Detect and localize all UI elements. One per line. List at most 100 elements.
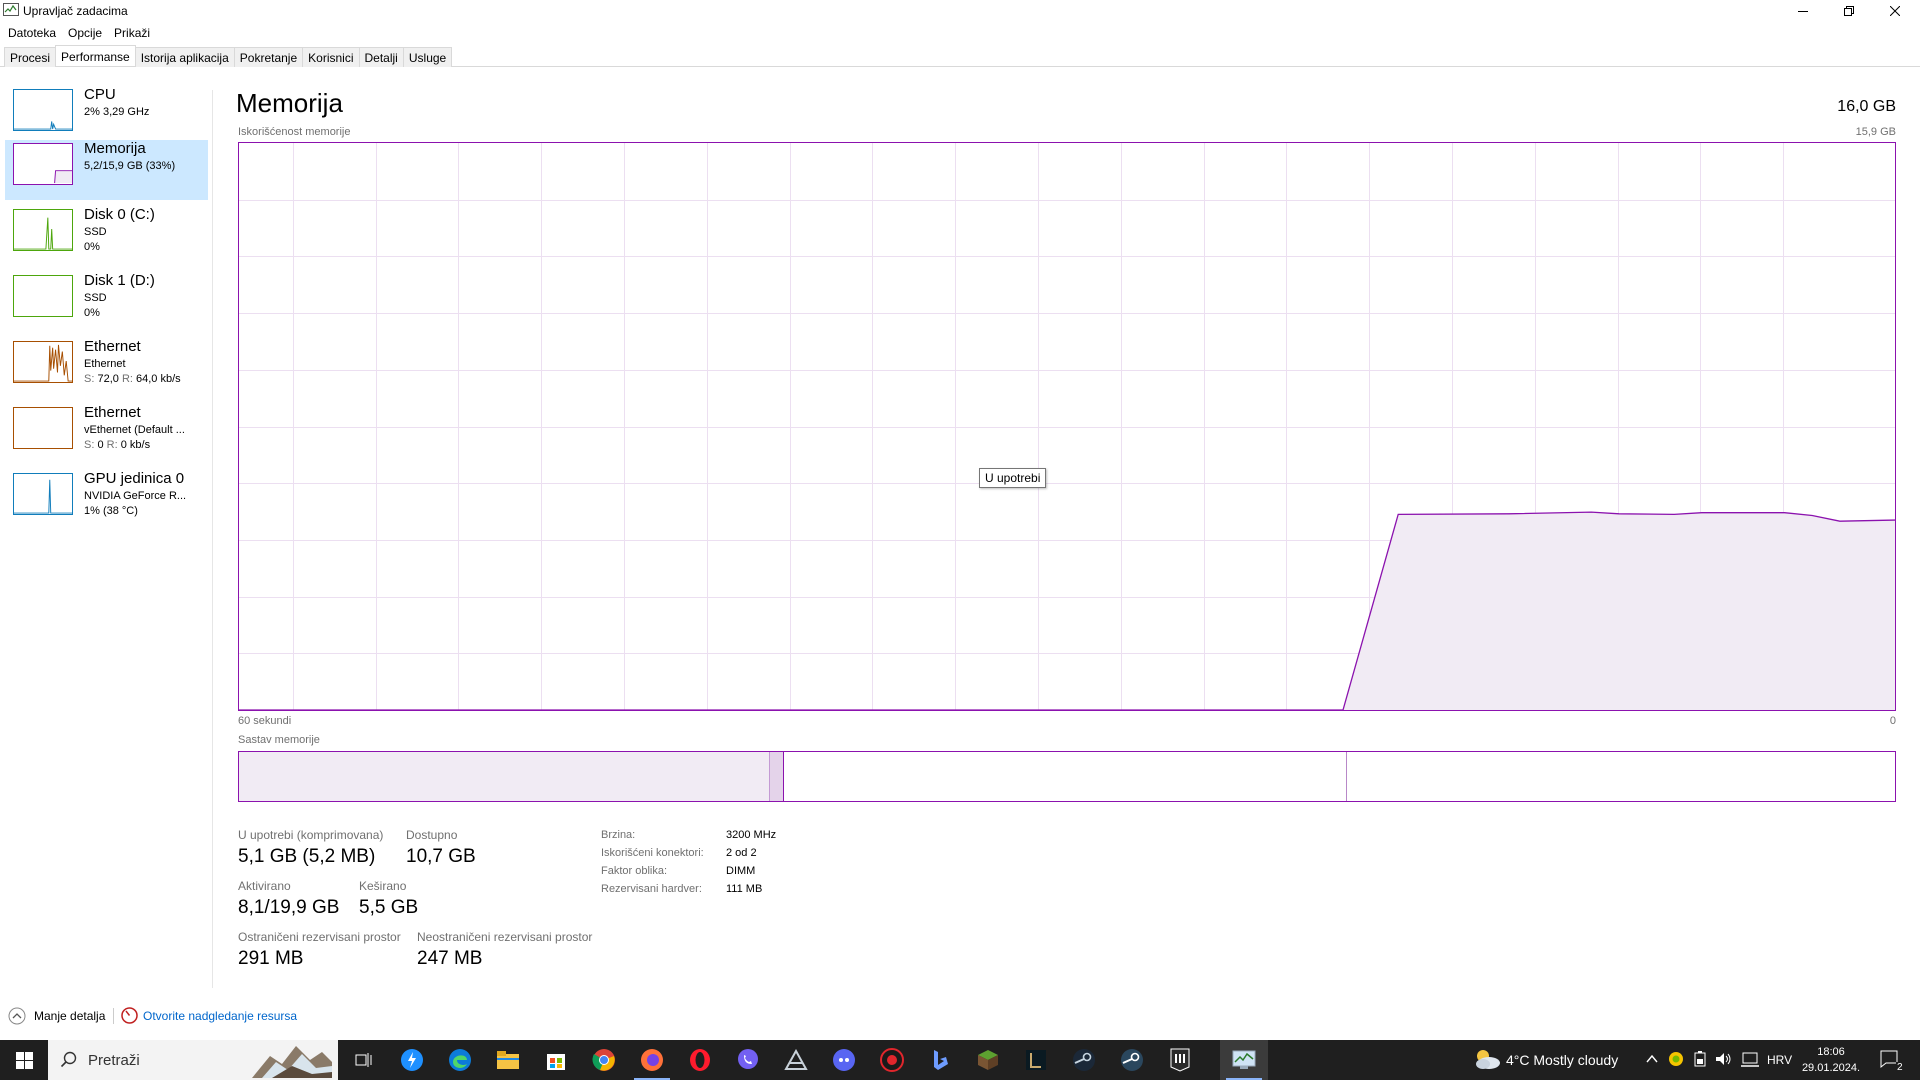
tab-users[interactable]: Korisnici xyxy=(302,47,360,67)
taskbar-red-app[interactable] xyxy=(868,1040,916,1080)
disk0-thumbnail xyxy=(13,209,73,251)
cpu-thumbnail xyxy=(13,89,73,131)
tab-app-history[interactable]: Istorija aplikacija xyxy=(134,47,235,67)
menu-view[interactable]: Prikaži xyxy=(108,22,156,44)
task-manager-app-icon xyxy=(3,3,19,16)
taskbar-viber[interactable] xyxy=(724,1040,772,1080)
sidebar-item-detail: vEthernet (Default ... xyxy=(84,424,185,436)
restore-button[interactable] xyxy=(1826,0,1872,22)
taskbar-store[interactable] xyxy=(532,1040,580,1080)
sidebar-item-ethernet[interactable]: Ethernet Ethernet S: 72,0 R: 64,0 kb/s xyxy=(5,338,208,398)
composition-modified[interactable] xyxy=(769,752,784,801)
windows-logo-icon xyxy=(15,1051,33,1069)
sidebar-item-disk0[interactable]: Disk 0 (C:) SSD 0% xyxy=(5,206,208,266)
taskbar-discord[interactable] xyxy=(820,1040,868,1080)
chrome-icon xyxy=(592,1049,615,1071)
taskbar-task-manager[interactable] xyxy=(1220,1040,1268,1080)
taskbar-firefox[interactable] xyxy=(628,1040,676,1080)
taskbar-library-app[interactable] xyxy=(1012,1040,1060,1080)
ethernet-thumbnail xyxy=(13,341,73,383)
sidebar-item-memory[interactable]: Memorija 5,2/15,9 GB (33%) xyxy=(5,140,208,200)
stat-in-use-label: U upotrebi (komprimovana) xyxy=(238,828,384,842)
network-icon[interactable] xyxy=(1741,1052,1759,1068)
taskbar-edge[interactable] xyxy=(436,1040,484,1080)
sidebar-item-vethernet[interactable]: Ethernet vEthernet (Default ... S: 0 R: … xyxy=(5,404,208,464)
tab-services[interactable]: Usluge xyxy=(402,47,453,67)
input-language[interactable]: HRV xyxy=(1767,1053,1792,1067)
tab-startup[interactable]: Pokretanje xyxy=(233,47,304,67)
memory-thumbnail xyxy=(13,143,73,185)
steam-icon xyxy=(1121,1049,1143,1071)
vethernet-thumbnail xyxy=(13,407,73,449)
open-resource-monitor-link[interactable]: Otvorite nadgledanje resursa xyxy=(143,1009,297,1023)
memory-composition-bar[interactable] xyxy=(238,751,1896,802)
taskbar-affinity[interactable] xyxy=(772,1040,820,1080)
task-view-button[interactable] xyxy=(340,1040,388,1080)
close-button[interactable] xyxy=(1872,0,1918,22)
taskbar-epic-games[interactable] xyxy=(1156,1040,1204,1080)
sidebar-item-label: Ethernet xyxy=(84,338,141,355)
menu-options[interactable]: Opcije xyxy=(62,22,108,44)
composition-standby[interactable] xyxy=(784,752,1347,801)
taskbar-minecraft[interactable] xyxy=(964,1040,1012,1080)
stat-nonpaged-value: 247 MB xyxy=(417,948,483,969)
weather-text[interactable]: 4°C Mostly cloudy xyxy=(1506,1052,1618,1068)
taskbar-chrome[interactable] xyxy=(580,1040,628,1080)
menu-file[interactable]: Datoteka xyxy=(2,22,62,44)
composition-in-use[interactable] xyxy=(239,752,769,801)
chevron-up-icon[interactable] xyxy=(1646,1054,1658,1064)
sidebar-item-gpu[interactable]: GPU jedinica 0 NVIDIA GeForce R... 1% (3… xyxy=(5,470,208,530)
sidebar-item-cpu[interactable]: CPU 2% 3,29 GHz xyxy=(5,86,208,146)
search-icon xyxy=(60,1051,77,1068)
sidebar-divider xyxy=(212,90,213,988)
sidebar-item-detail: NVIDIA GeForce R... xyxy=(84,490,187,502)
sidebar-item-throughput: S: 0 R: 0 kb/s xyxy=(84,439,151,451)
detail-speed-key: Brzina: xyxy=(601,829,636,841)
taskbar-messenger[interactable] xyxy=(388,1040,436,1080)
tab-processes[interactable]: Procesi xyxy=(4,47,57,67)
minimize-button[interactable] xyxy=(1780,0,1826,22)
taskbar-clock[interactable]: 18:06 29.01.2024. xyxy=(1800,1044,1862,1076)
taskbar-steam[interactable] xyxy=(1060,1040,1108,1080)
viber-icon xyxy=(738,1049,758,1069)
stat-available-label: Dostupno xyxy=(406,828,458,842)
resource-monitor-icon xyxy=(121,1007,138,1024)
sidebar-item-usage: 0% xyxy=(84,307,100,319)
graph-tooltip: U upotrebi xyxy=(979,468,1047,488)
search-placeholder: Pretraži xyxy=(88,1052,140,1069)
tab-performance[interactable]: Performanse xyxy=(55,45,136,66)
start-button[interactable] xyxy=(0,1040,48,1080)
fewer-details-button[interactable]: Manje detalja xyxy=(34,1009,105,1023)
taskbar-opera[interactable] xyxy=(676,1040,724,1080)
steam-icon xyxy=(1073,1049,1095,1071)
taskbar-search-box[interactable]: Pretraži xyxy=(48,1040,338,1080)
taskbar-bing[interactable] xyxy=(916,1040,964,1080)
detail-form-factor-value: DIMM xyxy=(726,865,756,877)
league-of-legends-icon xyxy=(1026,1050,1046,1070)
task-view-icon xyxy=(355,1053,372,1067)
taskbar-file-explorer[interactable] xyxy=(484,1040,532,1080)
sidebar-item-label: Memorija xyxy=(84,140,146,157)
restore-icon xyxy=(1844,6,1854,16)
task-manager-icon xyxy=(1232,1050,1256,1069)
sidebar-item-throughput: S: 72,0 R: 64,0 kb/s xyxy=(84,373,181,385)
composition-free[interactable] xyxy=(1347,752,1895,801)
battery-icon[interactable] xyxy=(1693,1051,1707,1067)
stat-committed-value: 8,1/19,9 GB xyxy=(238,897,340,918)
chevron-up-circle-icon[interactable] xyxy=(8,1007,26,1025)
memory-usage-graph[interactable] xyxy=(238,142,1896,711)
taskbar-steam-2[interactable] xyxy=(1108,1040,1156,1080)
sidebar-item-detail: Ethernet xyxy=(84,358,126,370)
sidebar-item-disk1[interactable]: Disk 1 (D:) SSD 0% xyxy=(5,272,208,332)
detail-speed-value: 3200 MHz xyxy=(726,829,777,841)
weather-cloudy-icon[interactable] xyxy=(1472,1047,1502,1071)
sidebar-item-label: Ethernet xyxy=(84,404,141,421)
folder-icon xyxy=(497,1051,519,1069)
minecraft-grass-block-icon xyxy=(978,1050,998,1070)
nvidia-tray-icon[interactable] xyxy=(1668,1051,1684,1067)
detail-slots-value: 2 od 2 xyxy=(726,847,757,859)
volume-icon[interactable] xyxy=(1715,1051,1733,1067)
page-title: Memorija xyxy=(236,88,343,118)
tab-details[interactable]: Detalji xyxy=(358,47,404,67)
time-axis-start: 60 sekundi xyxy=(238,715,292,727)
